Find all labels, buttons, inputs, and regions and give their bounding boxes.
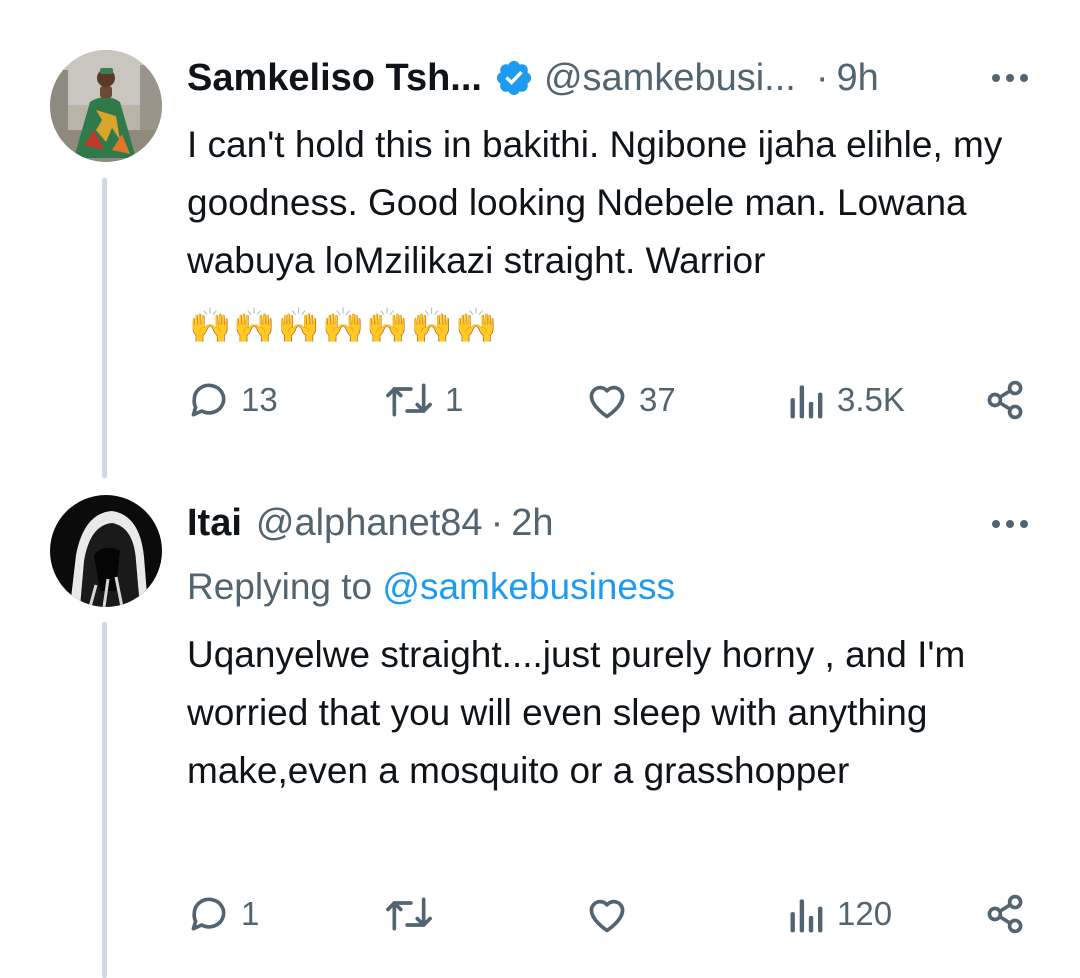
timestamp[interactable]: 9h: [837, 57, 879, 100]
reply-count: 13: [241, 381, 278, 418]
tweet-2-text: Uqanyelwe straight....just purely horny …: [187, 626, 1037, 800]
more-icon[interactable]: [992, 514, 1028, 534]
thread-line-bottom: [102, 622, 107, 978]
retweet-button[interactable]: [383, 892, 445, 936]
views-button[interactable]: 3.5K: [787, 378, 905, 422]
like-button[interactable]: [585, 892, 639, 936]
raised-hands-emoji: 🙌: [233, 307, 276, 345]
tweet-text: I can't hold this in bakithi. Ngibone ij…: [187, 124, 1003, 281]
separator-dot: ·: [815, 56, 829, 99]
author-name[interactable]: Samkeliso Tsh...: [187, 57, 482, 100]
raised-hands-emoji: 🙌: [277, 307, 321, 345]
reply-button[interactable]: 13: [187, 378, 278, 422]
retweet-icon: [386, 897, 432, 931]
tweet-1-actions: 13 1 37 3.5K: [187, 378, 1040, 428]
timestamp[interactable]: 2h: [511, 502, 553, 545]
reply-icon: [191, 897, 226, 931]
views-icon: [790, 899, 823, 933]
author-handle[interactable]: @alphanet84: [256, 502, 483, 545]
share-icon: [987, 380, 1023, 420]
views-count: 3.5K: [837, 381, 905, 418]
like-icon: [589, 899, 625, 933]
share-button[interactable]: [983, 892, 1027, 936]
author-name[interactable]: Itai: [187, 502, 242, 545]
more-icon[interactable]: [992, 68, 1028, 88]
tweet-2-actions: 1 120: [187, 892, 1040, 942]
separator-dot: ·: [490, 501, 504, 544]
replying-label: Replying to: [187, 566, 373, 607]
tweet-text: Uqanyelwe straight....just purely horny …: [187, 634, 966, 791]
share-button[interactable]: [983, 378, 1027, 422]
like-count: 37: [639, 381, 676, 418]
like-icon: [589, 385, 625, 419]
retweet-button[interactable]: 1: [383, 378, 463, 422]
tweet-2-header: Itai @alphanet84 · 2h: [187, 493, 554, 553]
retweet-icon: [386, 383, 432, 417]
views-count: 120: [837, 895, 893, 932]
thread-line-top: [102, 178, 107, 478]
avatar-itai[interactable]: [50, 495, 162, 607]
replying-to: Replying to @samkebusiness: [187, 566, 675, 608]
avatar-samkeliso[interactable]: [50, 50, 162, 162]
raised-hands-emoji: 🙌: [455, 307, 498, 345]
like-button[interactable]: 37: [585, 378, 676, 422]
views-button[interactable]: 120: [787, 892, 892, 936]
author-handle[interactable]: @samkebusi...: [544, 57, 796, 100]
reply-count: 1: [241, 895, 260, 932]
share-icon: [987, 894, 1023, 934]
tweet-1-text: I can't hold this in bakithi. Ngibone ij…: [187, 116, 1037, 355]
retweet-count: 1: [445, 381, 464, 418]
raised-hands-emoji: 🙌: [410, 307, 454, 345]
raised-hands-emoji: 🙌: [322, 307, 365, 345]
reply-button[interactable]: 1: [187, 892, 259, 936]
raised-hands-emoji: 🙌: [189, 307, 232, 345]
verified-badge-icon: [494, 58, 534, 98]
views-icon: [790, 385, 823, 419]
raised-hands-emojis: 🙌 🙌 🙌 🙌 🙌 🙌 🙌: [189, 297, 497, 355]
reply-icon: [191, 383, 226, 417]
raised-hands-emoji: 🙌: [366, 307, 409, 345]
replying-mention-link[interactable]: @samkebusiness: [382, 566, 675, 607]
tweet-1-header: Samkeliso Tsh... @samkebusi... · 9h: [187, 48, 879, 108]
